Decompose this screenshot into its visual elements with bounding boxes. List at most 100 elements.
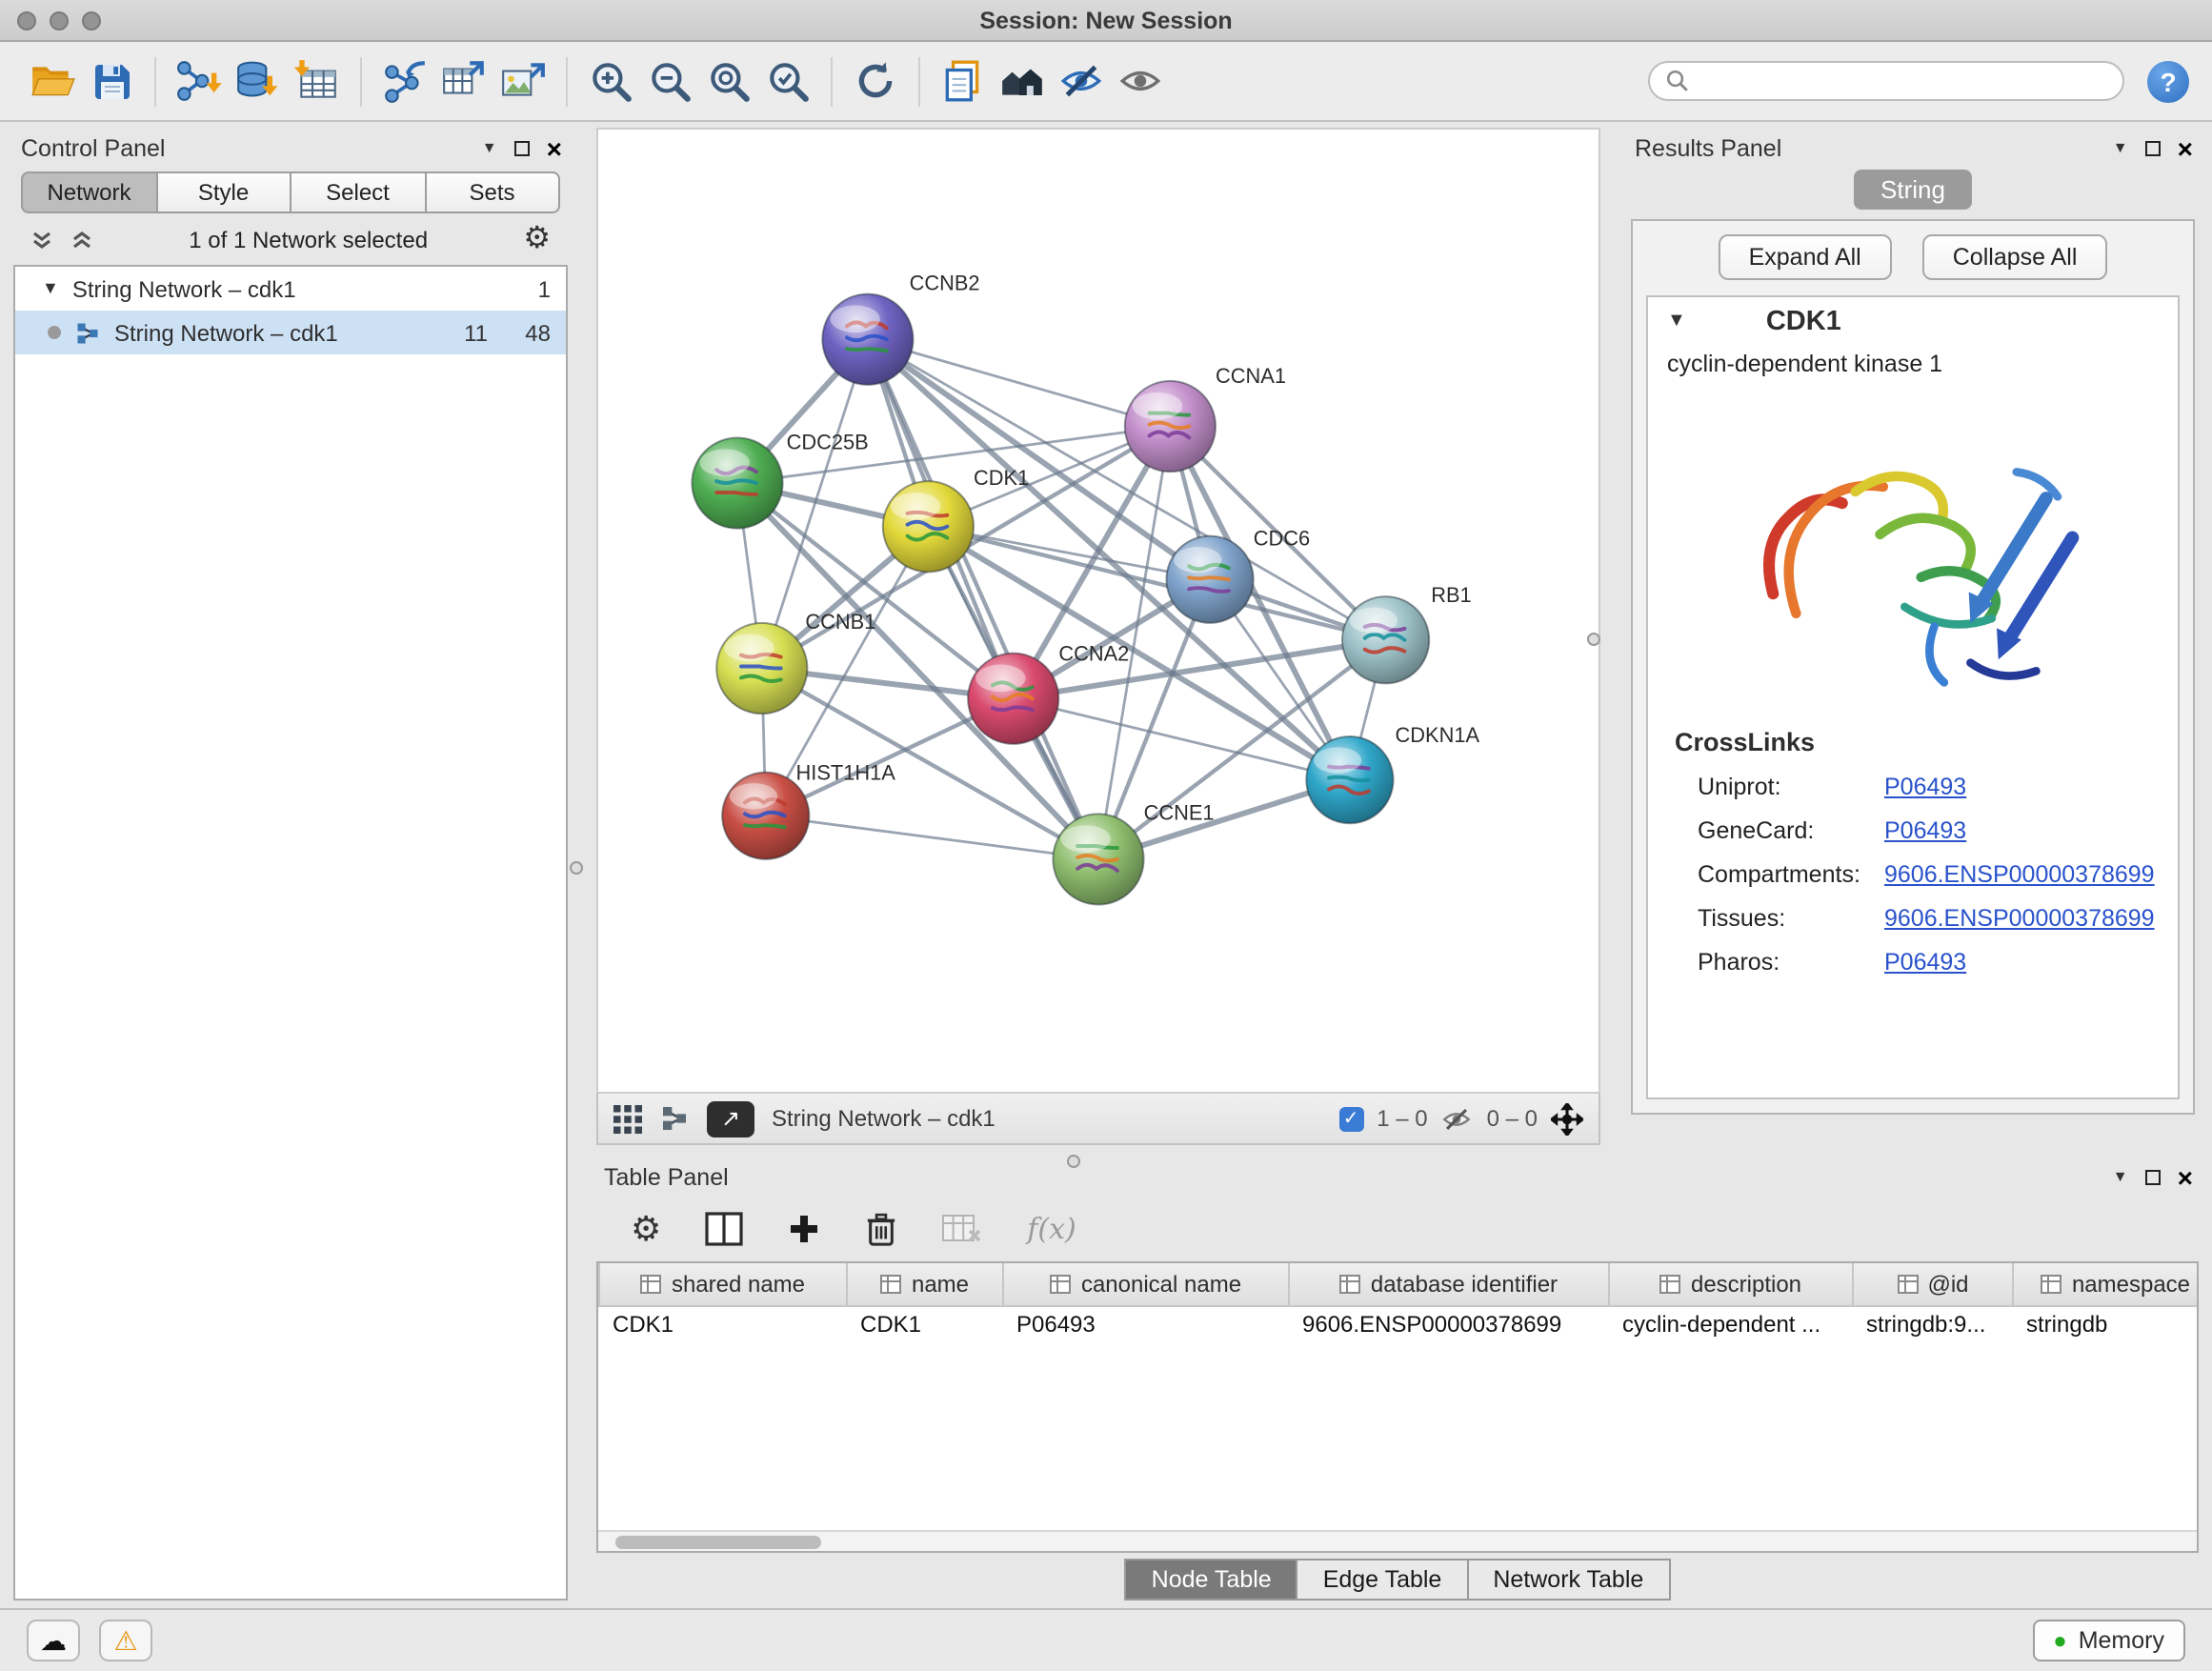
birdseye-view-icon[interactable] [659,1103,690,1134]
tab-edge-table[interactable]: Edge Table [1298,1559,1469,1601]
import-table-button[interactable] [288,50,347,111]
network-node-ccna1[interactable]: CCNA1 [1125,364,1286,472]
expand-all-button[interactable]: Expand All [1719,234,1892,280]
network-edge[interactable] [1014,698,1350,779]
detach-view-button[interactable]: ↗ [707,1100,754,1137]
houses-button[interactable] [993,50,1052,111]
node-label: CCNA2 [1058,642,1129,666]
network-node-hist1h1a[interactable]: HIST1H1A [722,761,895,859]
tab-string[interactable]: String [1854,170,1972,210]
zoom-in-button[interactable] [581,50,640,111]
add-column-plus-icon[interactable] [787,1212,821,1246]
clone-network-button[interactable] [434,50,493,111]
hidden-eye-slash-icon[interactable] [1441,1102,1474,1135]
maximize-panel-button[interactable] [514,140,530,155]
maximize-panel-button[interactable] [2145,140,2161,155]
node-table: shared namenamecanonical namedatabase id… [596,1261,2199,1553]
column-header-name[interactable]: name [847,1263,1003,1305]
tab-network-table[interactable]: Network Table [1468,1559,1670,1601]
tab-style[interactable]: Style [155,171,290,213]
export-image-button[interactable] [493,50,553,111]
column-header-database-identifier[interactable]: database identifier [1289,1263,1609,1305]
crosslink-link[interactable]: 9606.ENSP00000378699 [1884,860,2155,887]
open-session-button[interactable] [23,50,82,111]
cloud-button[interactable]: ☁ [27,1620,80,1661]
network-node-rb1[interactable]: RB1 [1342,583,1472,683]
search-icon [1665,69,1690,93]
tab-select[interactable]: Select [290,171,424,213]
float-panel-button[interactable]: ▼ [2113,140,2128,155]
column-header--id[interactable]: @id [1853,1263,2013,1305]
table-settings-gear-icon[interactable]: ⚙ [631,1212,661,1246]
table-row[interactable]: CDK1CDK1P064939606.ENSP00000378699cyclin… [599,1305,2197,1343]
table-tabs: Node TableEdge TableNetwork Table [596,1559,2199,1601]
table-scroll-area[interactable]: shared namenamecanonical namedatabase id… [598,1263,2197,1530]
minimize-window-button[interactable] [50,10,69,30]
import-network-database-button[interactable] [229,50,288,111]
expand-all-chevrons-icon[interactable] [30,228,53,251]
duplicate-document-button[interactable] [934,50,993,111]
close-panel-button[interactable]: × [2178,1163,2193,1190]
crosslink-link[interactable]: P06493 [1884,816,1966,843]
network-canvas[interactable]: CCNB2CCNA1CDC25BCDK1CDC6RB1CCNB1CCNA2CDK… [596,128,1600,1094]
column-header-description[interactable]: description [1609,1263,1853,1305]
tab-network[interactable]: Network [21,171,155,213]
network-edge[interactable] [766,815,1098,859]
status-bar: ☁ ⚠ ● Memory [0,1608,2212,1671]
network-node-cdc25b[interactable]: CDC25B [692,430,868,528]
new-network-button[interactable] [375,50,434,111]
gear-icon[interactable]: ⚙ [523,224,551,254]
import-network-file-button[interactable] [170,50,229,111]
close-panel-button[interactable]: × [2178,134,2193,161]
vertical-splitter-handle[interactable] [570,861,583,875]
network-collection-row[interactable]: ▼ String Network – cdk1 1 [15,267,566,311]
column-header-namespace[interactable]: namespace [2013,1263,2197,1305]
crosslink-row: GeneCard:P06493 [1648,808,2178,852]
tab-node-table[interactable]: Node Table [1125,1559,1298,1601]
close-panel-button[interactable]: × [547,134,562,161]
scrollbar-thumb[interactable] [615,1536,821,1549]
float-panel-button[interactable]: ▼ [482,140,497,155]
zoom-selected-button[interactable] [758,50,817,111]
memory-button[interactable]: ● Memory [2032,1620,2185,1661]
grid-view-icon[interactable] [613,1104,642,1133]
zoom-out-button[interactable] [640,50,699,111]
main-toolbar: ? [0,42,2212,122]
column-type-icon [881,1275,902,1294]
tab-sets[interactable]: Sets [424,171,560,213]
zoom-window-button[interactable] [82,10,101,30]
column-header-canonical-name[interactable]: canonical name [1003,1263,1289,1305]
maximize-panel-button[interactable] [2145,1169,2161,1184]
search-input[interactable] [1690,68,2107,94]
show-panel-button[interactable] [1111,50,1170,111]
pan-move-icon[interactable] [1551,1102,1583,1135]
save-session-button[interactable] [82,50,141,111]
section-collapse-triangle-icon[interactable]: ▼ [1667,312,1686,332]
crosslink-link[interactable]: 9606.ENSP00000378699 [1884,904,2155,931]
horizontal-scrollbar[interactable] [598,1530,2197,1551]
help-button[interactable]: ? [2147,60,2189,102]
refresh-icon [852,57,899,105]
selected-checkbox-icon[interactable]: ✓ [1338,1106,1363,1131]
network-row[interactable]: String Network – cdk1 11 48 [15,311,566,354]
network-node-cdkn1a[interactable]: CDKN1A [1306,723,1479,823]
collapse-all-chevrons-icon[interactable] [70,228,93,251]
column-header-shared-name[interactable]: shared name [599,1263,847,1305]
warnings-button[interactable]: ⚠ [99,1620,152,1661]
refresh-button[interactable] [846,50,905,111]
vertical-splitter-handle[interactable] [1587,633,1600,646]
crosslink-link[interactable]: P06493 [1884,948,1966,975]
tree-expand-triangle-icon[interactable]: ▼ [42,280,59,297]
close-window-button[interactable] [17,10,36,30]
crosslink-link[interactable]: P06493 [1884,773,1966,799]
network-node-cdk1[interactable]: CDK1 [883,466,1029,572]
zoom-fit-button[interactable] [699,50,758,111]
collapse-all-button[interactable]: Collapse All [1922,234,2108,280]
zoom-out-icon [646,57,694,105]
trash-icon[interactable] [865,1211,897,1247]
hide-panel-button[interactable] [1052,50,1111,111]
horizontal-splitter-handle[interactable] [1067,1155,1080,1168]
network-node-ccnb2[interactable]: CCNB2 [822,272,979,385]
float-panel-button[interactable]: ▼ [2113,1169,2128,1184]
show-columns-icon[interactable] [705,1212,743,1246]
